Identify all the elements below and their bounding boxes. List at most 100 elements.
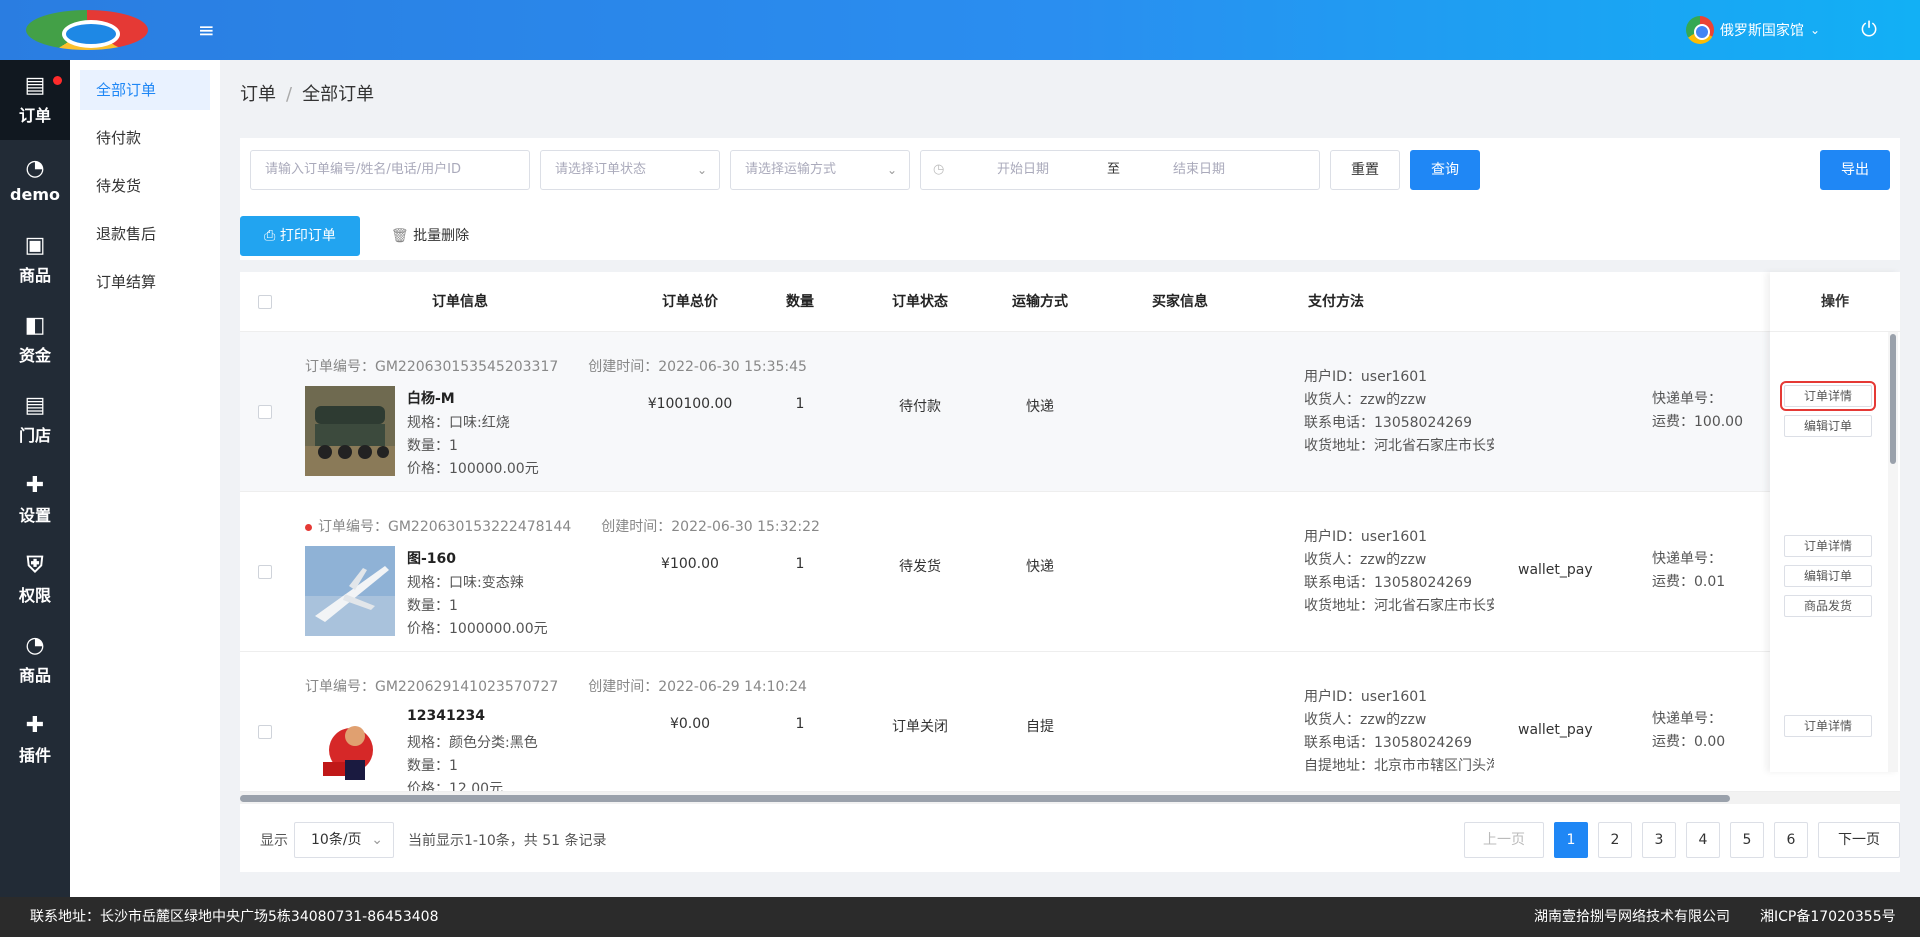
subnav-pending-payment[interactable]: 待付款 (80, 118, 210, 158)
user-menu[interactable]: 俄罗斯国家馆 ⌄ (1685, 15, 1820, 45)
orders-table: 订单信息 订单总价 数量 订单状态 运输方式 买家信息 支付方法 订单编号：GM… (240, 272, 1900, 872)
horizontal-scrollbar[interactable] (240, 792, 1900, 804)
print-orders-button[interactable]: ⎙ 打印订单 (240, 216, 360, 256)
nav-label: 门店 (18, 426, 51, 445)
order-qty: 1 (795, 556, 805, 572)
shipping-fee: 运费：0.01 (1652, 574, 1726, 590)
product-image[interactable] (305, 546, 395, 636)
pie-chart-icon: ◔ (25, 633, 45, 658)
row-checkbox[interactable] (258, 565, 272, 579)
show-label: 显示 (260, 833, 288, 849)
chevron-down-icon: ⌄ (696, 163, 707, 177)
order-shipping: 自提 (1026, 719, 1054, 735)
subnav-all-orders[interactable]: 全部订单 (80, 70, 210, 110)
page-5[interactable]: 5 (1730, 822, 1764, 858)
product-image[interactable] (305, 706, 395, 791)
page-3[interactable]: 3 (1642, 822, 1676, 858)
prev-page-button[interactable]: 上一页 (1464, 822, 1544, 858)
nav-label: demo (10, 184, 60, 204)
nav-orders[interactable]: ▤ 订单 (0, 60, 70, 140)
next-page-button[interactable]: 下一页 (1818, 822, 1900, 858)
breadcrumb-separator: / (286, 84, 293, 105)
nav-label: 插件 (18, 746, 51, 765)
end-date[interactable]: 结束日期 (1173, 151, 1225, 189)
order-no-label: 订单编号： (318, 519, 388, 535)
order-detail-button[interactable]: 订单详情 (1784, 715, 1872, 737)
shipping-fee: 运费：100.00 (1652, 414, 1743, 430)
order-shipping: 快递 (1026, 399, 1054, 415)
batch-delete-button[interactable]: 🗑 批量删除 (370, 216, 490, 256)
page-2[interactable]: 2 (1598, 822, 1632, 858)
nav-label: 资金 (18, 346, 51, 365)
page-1[interactable]: 1 (1554, 822, 1588, 858)
subnav-refunds[interactable]: 退款售后 (80, 214, 210, 254)
order-total: ¥0.00 (669, 716, 711, 732)
top-bar: ≡ 俄罗斯国家馆 ⌄ ⏻ (0, 0, 1920, 60)
product-spec: 规格：口味:红烧 (407, 415, 510, 431)
row-checkbox[interactable] (258, 405, 272, 419)
order-qty: 1 (795, 716, 805, 732)
breadcrumb-parent[interactable]: 订单 (240, 84, 276, 105)
product-qty: 数量：1 (407, 758, 458, 774)
order-shipping: 快递 (1026, 559, 1054, 575)
shipping-placeholder: 请选择运输方式 (745, 162, 837, 177)
header-status: 订单状态 (892, 294, 948, 310)
status-select[interactable]: 请选择订单状态 ⌄ (540, 150, 720, 190)
header-payment: 支付方法 (1308, 294, 1364, 310)
buyer-address: 收货地址：河北省石家庄市长安 (1304, 598, 1494, 614)
nav-demo[interactable]: ◔ demo (0, 140, 70, 220)
status-placeholder: 请选择订单状态 (555, 162, 647, 177)
product-qty: 数量：1 (407, 598, 458, 614)
clipboard-icon: ▤ (24, 393, 46, 418)
power-icon[interactable]: ⏻ (1858, 18, 1880, 40)
product-spec: 规格：口味:变态辣 (407, 575, 524, 591)
export-button[interactable]: 导出 (1820, 150, 1890, 190)
order-total: ¥100100.00 (647, 396, 733, 412)
footer-icp[interactable]: 湘ICP备17020355号 (1760, 897, 1896, 937)
product-price: 价格：100000.00元 (407, 461, 539, 477)
edit-order-button[interactable]: 编辑订单 (1784, 415, 1872, 437)
subnav-settlement[interactable]: 订单结算 (80, 262, 210, 302)
shipping-select[interactable]: 请选择运输方式 ⌄ (730, 150, 910, 190)
nav-label: 商品 (18, 266, 51, 285)
nav-goods[interactable]: ▣ 商品 (0, 220, 70, 300)
order-detail-button[interactable]: 订单详情 (1780, 381, 1876, 411)
breadcrumb-current: 全部订单 (302, 84, 375, 105)
pagination: 显示 10条/页 ⌄ 当前显示1-10条，共 51 条记录 上一页 1 2 3 4… (240, 804, 1900, 872)
order-status: 待付款 (899, 399, 941, 415)
row-checkbox[interactable] (258, 725, 272, 739)
reset-button[interactable]: 重置 (1330, 150, 1400, 190)
vertical-scrollbar[interactable] (1888, 332, 1898, 772)
product-name: 12341234 (407, 708, 485, 724)
buyer-address: 收货地址：河北省石家庄市长安 (1304, 438, 1494, 454)
nav-settings[interactable]: ✚ 设置 (0, 460, 70, 540)
scrollbar-thumb[interactable] (240, 795, 1730, 802)
edit-order-button[interactable]: 编辑订单 (1784, 565, 1872, 587)
date-range-picker[interactable]: ◷ 开始日期 至 结束日期 (920, 150, 1320, 190)
user-name: 俄罗斯国家馆 (1719, 23, 1804, 39)
query-button[interactable]: 查询 (1410, 150, 1480, 190)
nav-plugins[interactable]: ✚ 插件 (0, 700, 70, 780)
product-image[interactable] (305, 386, 395, 476)
start-date[interactable]: 开始日期 (997, 151, 1049, 189)
nav-stores[interactable]: ▤ 门店 (0, 380, 70, 460)
buyer-info: 用户ID：user1601 收货人：zzw的zzw 联系电话：130580242… (1304, 366, 1494, 458)
nav-goods-2[interactable]: ◔ 商品 (0, 620, 70, 700)
select-all-checkbox[interactable] (258, 295, 272, 309)
nav-permissions[interactable]: ⛨ 权限 (0, 540, 70, 620)
tracking-number: 快递单号： (1652, 711, 1722, 727)
search-input[interactable]: 请输入订单编号/姓名/电话/用户ID (250, 150, 530, 190)
menu-toggle-icon[interactable]: ≡ (198, 20, 218, 40)
subnav-pending-shipment[interactable]: 待发货 (80, 166, 210, 206)
product-price: 价格：1000000.00元 (407, 621, 548, 637)
scrollbar-thumb[interactable] (1890, 334, 1896, 464)
page-4[interactable]: 4 (1686, 822, 1720, 858)
nav-funds[interactable]: ◧ 资金 (0, 300, 70, 380)
created-time: 2022-06-30 15:32:22 (671, 519, 820, 535)
ship-goods-button[interactable]: 商品发货 (1784, 595, 1872, 617)
page-6[interactable]: 6 (1774, 822, 1808, 858)
page-size-select[interactable]: 10条/页 ⌄ (294, 822, 394, 858)
created-time: 2022-06-30 15:35:45 (658, 359, 807, 375)
order-detail-button[interactable]: 订单详情 (1784, 535, 1872, 557)
puzzle-icon: ✚ (25, 713, 45, 738)
